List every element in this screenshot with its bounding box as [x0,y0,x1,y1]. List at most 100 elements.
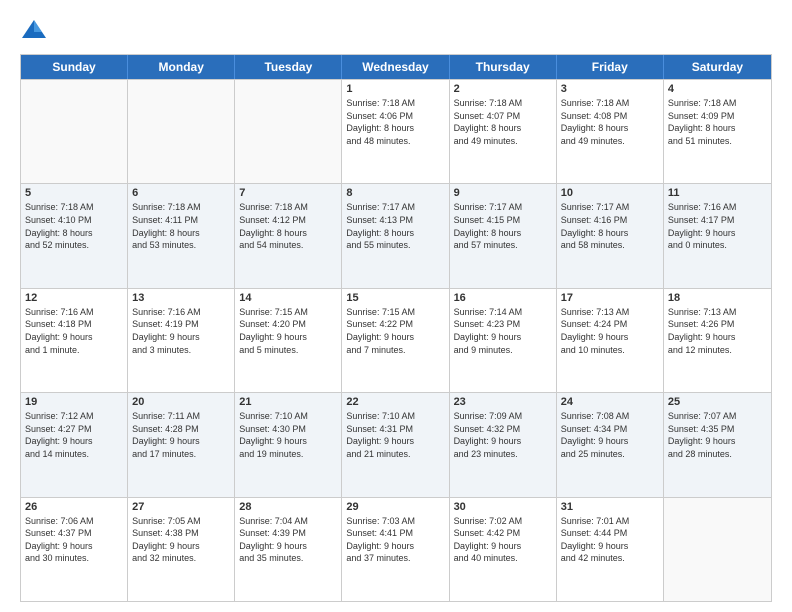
calendar-row-1: 5 Sunrise: 7:18 AM Sunset: 4:10 PM Daylig… [21,183,771,287]
empty-cell [128,80,235,183]
day-info: Sunrise: 7:14 AM Sunset: 4:23 PM Dayligh… [454,306,552,356]
empty-cell [664,498,771,601]
day-cell-15: 15 Sunrise: 7:15 AM Sunset: 4:22 PM Dayli… [342,289,449,392]
day-number: 18 [668,292,767,304]
day-number: 1 [346,83,444,95]
day-cell-20: 20 Sunrise: 7:11 AM Sunset: 4:28 PM Dayli… [128,393,235,496]
calendar-row-4: 26 Sunrise: 7:06 AM Sunset: 4:37 PM Dayli… [21,497,771,601]
day-number: 22 [346,396,444,408]
header [20,16,772,44]
header-day-thursday: Thursday [450,55,557,79]
day-cell-9: 9Sunrise: 7:17 AM Sunset: 4:15 PM Daylig… [450,184,557,287]
day-info: Sunrise: 7:15 AM Sunset: 4:22 PM Dayligh… [346,306,444,356]
day-number: 4 [668,83,767,95]
day-info: Sunrise: 7:18 AM Sunset: 4:08 PM Dayligh… [561,97,659,147]
day-number: 6 [132,187,230,199]
day-number: 23 [454,396,552,408]
day-cell-3: 3 Sunrise: 7:18 AM Sunset: 4:08 PM Daylig… [557,80,664,183]
logo-icon [20,16,48,44]
day-info: Sunrise: 7:08 AM Sunset: 4:34 PM Dayligh… [561,410,659,460]
day-number: 11 [668,187,767,199]
day-info: Sunrise: 7:02 AM Sunset: 4:42 PM Dayligh… [454,515,552,565]
day-info: Sunrise: 7:18 AM Sunset: 4:11 PM Dayligh… [132,201,230,251]
day-cell-5: 5 Sunrise: 7:18 AM Sunset: 4:10 PM Daylig… [21,184,128,287]
logo [20,16,52,44]
day-cell-21: 21 Sunrise: 7:10 AM Sunset: 4:30 PM Dayli… [235,393,342,496]
day-cell-19: 19 Sunrise: 7:12 AM Sunset: 4:27 PM Dayli… [21,393,128,496]
day-cell-31: 31Sunrise: 7:01 AM Sunset: 4:44 PM Dayli… [557,498,664,601]
day-cell-29: 29 Sunrise: 7:03 AM Sunset: 4:41 PM Dayli… [342,498,449,601]
day-cell-26: 26 Sunrise: 7:06 AM Sunset: 4:37 PM Dayli… [21,498,128,601]
day-number: 30 [454,501,552,513]
day-info: Sunrise: 7:18 AM Sunset: 4:10 PM Dayligh… [25,201,123,251]
day-info: Sunrise: 7:16 AM Sunset: 4:17 PM Dayligh… [668,201,767,251]
day-number: 29 [346,501,444,513]
day-cell-6: 6 Sunrise: 7:18 AM Sunset: 4:11 PM Daylig… [128,184,235,287]
day-info: Sunrise: 7:15 AM Sunset: 4:20 PM Dayligh… [239,306,337,356]
calendar-row-0: 1 Sunrise: 7:18 AM Sunset: 4:06 PM Daylig… [21,79,771,183]
day-number: 25 [668,396,767,408]
day-info: Sunrise: 7:01 AM Sunset: 4:44 PM Dayligh… [561,515,659,565]
calendar-header: SundayMondayTuesdayWednesdayThursdayFrid… [21,55,771,79]
day-info: Sunrise: 7:06 AM Sunset: 4:37 PM Dayligh… [25,515,123,565]
day-number: 26 [25,501,123,513]
day-number: 12 [25,292,123,304]
empty-cell [21,80,128,183]
day-number: 3 [561,83,659,95]
header-day-friday: Friday [557,55,664,79]
day-cell-24: 24 Sunrise: 7:08 AM Sunset: 4:34 PM Dayli… [557,393,664,496]
day-number: 24 [561,396,659,408]
day-number: 19 [25,396,123,408]
day-info: Sunrise: 7:07 AM Sunset: 4:35 PM Dayligh… [668,410,767,460]
calendar-body: 1 Sunrise: 7:18 AM Sunset: 4:06 PM Daylig… [21,79,771,601]
day-cell-16: 16 Sunrise: 7:14 AM Sunset: 4:23 PM Dayli… [450,289,557,392]
day-cell-28: 28 Sunrise: 7:04 AM Sunset: 4:39 PM Dayli… [235,498,342,601]
day-number: 21 [239,396,337,408]
day-number: 8 [346,187,444,199]
day-info: Sunrise: 7:17 AM Sunset: 4:13 PM Dayligh… [346,201,444,251]
day-info: Sunrise: 7:18 AM Sunset: 4:12 PM Dayligh… [239,201,337,251]
day-info: Sunrise: 7:05 AM Sunset: 4:38 PM Dayligh… [132,515,230,565]
day-cell-14: 14Sunrise: 7:15 AM Sunset: 4:20 PM Dayli… [235,289,342,392]
day-number: 5 [25,187,123,199]
day-number: 20 [132,396,230,408]
header-day-saturday: Saturday [664,55,771,79]
day-cell-12: 12Sunrise: 7:16 AM Sunset: 4:18 PM Dayli… [21,289,128,392]
page: SundayMondayTuesdayWednesdayThursdayFrid… [0,0,792,612]
day-info: Sunrise: 7:04 AM Sunset: 4:39 PM Dayligh… [239,515,337,565]
day-cell-17: 17Sunrise: 7:13 AM Sunset: 4:24 PM Dayli… [557,289,664,392]
day-cell-22: 22Sunrise: 7:10 AM Sunset: 4:31 PM Dayli… [342,393,449,496]
day-number: 9 [454,187,552,199]
day-info: Sunrise: 7:03 AM Sunset: 4:41 PM Dayligh… [346,515,444,565]
day-cell-27: 27 Sunrise: 7:05 AM Sunset: 4:38 PM Dayli… [128,498,235,601]
calendar-row-3: 19 Sunrise: 7:12 AM Sunset: 4:27 PM Dayli… [21,392,771,496]
day-number: 15 [346,292,444,304]
calendar: SundayMondayTuesdayWednesdayThursdayFrid… [20,54,772,602]
day-cell-7: 7 Sunrise: 7:18 AM Sunset: 4:12 PM Daylig… [235,184,342,287]
day-number: 7 [239,187,337,199]
day-cell-4: 4Sunrise: 7:18 AM Sunset: 4:09 PM Daylig… [664,80,771,183]
day-cell-25: 25 Sunrise: 7:07 AM Sunset: 4:35 PM Dayli… [664,393,771,496]
day-info: Sunrise: 7:11 AM Sunset: 4:28 PM Dayligh… [132,410,230,460]
day-number: 28 [239,501,337,513]
day-info: Sunrise: 7:10 AM Sunset: 4:30 PM Dayligh… [239,410,337,460]
day-cell-10: 10Sunrise: 7:17 AM Sunset: 4:16 PM Dayli… [557,184,664,287]
day-number: 10 [561,187,659,199]
day-number: 13 [132,292,230,304]
day-cell-23: 23Sunrise: 7:09 AM Sunset: 4:32 PM Dayli… [450,393,557,496]
day-number: 16 [454,292,552,304]
day-cell-13: 13 Sunrise: 7:16 AM Sunset: 4:19 PM Dayli… [128,289,235,392]
day-cell-30: 30 Sunrise: 7:02 AM Sunset: 4:42 PM Dayli… [450,498,557,601]
day-info: Sunrise: 7:18 AM Sunset: 4:06 PM Dayligh… [346,97,444,147]
day-info: Sunrise: 7:13 AM Sunset: 4:26 PM Dayligh… [668,306,767,356]
day-info: Sunrise: 7:12 AM Sunset: 4:27 PM Dayligh… [25,410,123,460]
header-day-tuesday: Tuesday [235,55,342,79]
header-day-sunday: Sunday [21,55,128,79]
day-number: 27 [132,501,230,513]
day-cell-8: 8 Sunrise: 7:17 AM Sunset: 4:13 PM Daylig… [342,184,449,287]
day-info: Sunrise: 7:13 AM Sunset: 4:24 PM Dayligh… [561,306,659,356]
header-day-monday: Monday [128,55,235,79]
empty-cell [235,80,342,183]
day-info: Sunrise: 7:16 AM Sunset: 4:19 PM Dayligh… [132,306,230,356]
day-cell-11: 11 Sunrise: 7:16 AM Sunset: 4:17 PM Dayli… [664,184,771,287]
